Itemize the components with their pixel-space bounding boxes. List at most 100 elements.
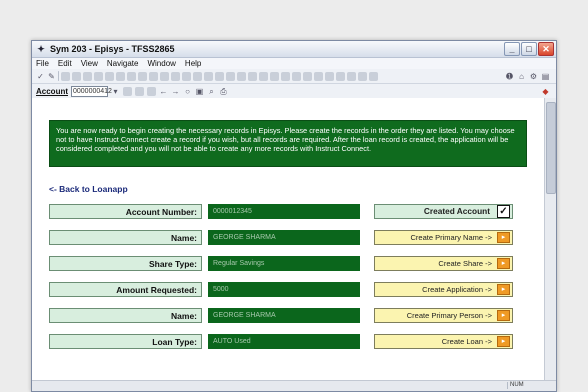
toolbar-tool-icon[interactable] — [193, 71, 202, 81]
row-value: AUTO Used — [208, 334, 360, 349]
exit-arrow-icon[interactable]: ◆ — [541, 87, 550, 96]
close-button[interactable]: ✕ — [538, 42, 554, 56]
create-loan-button[interactable]: Create Loan -> ▸ — [374, 334, 513, 349]
record-row-name-2: Name: GEORGE SHARMA Create Primary Perso… — [49, 308, 527, 324]
menu-window[interactable]: Window — [147, 59, 175, 68]
toolbar-tool-icon[interactable] — [61, 71, 70, 81]
forward-arrow-icon[interactable]: → — [171, 87, 180, 96]
toolbar-tool-icon[interactable] — [303, 71, 312, 81]
toolbar-tool-icon[interactable] — [358, 71, 367, 81]
info-icon[interactable]: ➊ — [505, 72, 514, 81]
status-bar: NUM — [32, 380, 556, 391]
title-bar: ✦ Sym 203 - Episys - TFSS2865 _ □ ✕ — [32, 41, 556, 58]
row-value: Regular Savings — [208, 256, 360, 271]
check-icon[interactable]: ✓ — [36, 72, 45, 81]
maximize-button[interactable]: □ — [521, 42, 537, 56]
toolbar-separator — [58, 71, 59, 81]
toolbar-tool-icon[interactable] — [138, 71, 147, 81]
minimize-button[interactable]: _ — [504, 42, 520, 56]
window-title: Sym 203 - Episys - TFSS2865 — [50, 44, 175, 54]
menu-bar: File Edit View Navigate Window Help — [32, 58, 556, 69]
toolbar-tool-icon[interactable] — [292, 71, 301, 81]
edit-icon[interactable]: ✎ — [47, 72, 56, 81]
refresh-icon[interactable]: ○ — [183, 87, 192, 96]
account-toolbar: Account 0000000412 ▾ ← → ○ ▣ ⌕ ⎙ ◆ — [32, 84, 556, 99]
toolbar-tool-icon[interactable] — [347, 71, 356, 81]
status-pane-num: NUM — [507, 382, 532, 389]
toolbar-tool-icon[interactable] — [171, 71, 180, 81]
row-label: Amount Requested: — [49, 282, 202, 297]
page-icon[interactable]: ▣ — [195, 87, 204, 96]
save-icon[interactable]: ▤ — [541, 72, 550, 81]
toolbar-tool-icon[interactable] — [336, 71, 345, 81]
toolbar-tool-icon[interactable] — [325, 71, 334, 81]
record-row-share-type: Share Type: Regular Savings Create Share… — [49, 256, 527, 272]
menu-file[interactable]: File — [36, 59, 49, 68]
action-label: Create Loan -> — [441, 337, 492, 346]
action-label: Create Primary Person -> — [406, 311, 492, 320]
toolbar-tool-icon[interactable] — [281, 71, 290, 81]
lock-icon[interactable]: ⌂ — [517, 72, 526, 81]
row-label: Loan Type: — [49, 334, 202, 349]
toolbar-tool-icon[interactable] — [204, 71, 213, 81]
toolbar-tool-icon[interactable] — [94, 71, 103, 81]
toolbar-tool-icon[interactable] — [314, 71, 323, 81]
toolbar-tool-icon[interactable] — [123, 86, 132, 96]
scrollbar-thumb[interactable] — [546, 102, 556, 194]
go-arrow-icon[interactable]: ▸ — [497, 336, 510, 347]
tools-icon[interactable]: ⚙ — [529, 72, 538, 81]
create-share-button[interactable]: Create Share -> ▸ — [374, 256, 513, 271]
go-arrow-icon[interactable]: ▸ — [497, 232, 510, 243]
toolbar-tool-icon[interactable] — [182, 71, 191, 81]
toolbar-tool-icon[interactable] — [248, 71, 257, 81]
vertical-scrollbar[interactable] — [544, 98, 556, 381]
go-arrow-icon[interactable]: ▸ — [497, 284, 510, 295]
toolbar-tool-icon[interactable] — [149, 71, 158, 81]
menu-view[interactable]: View — [81, 59, 98, 68]
create-primary-name-button[interactable]: Create Primary Name -> ▸ — [374, 230, 513, 245]
toolbar-tool-icon[interactable] — [226, 71, 235, 81]
row-value: GEORGE SHARMA — [208, 230, 360, 245]
create-application-button[interactable]: Create Application -> ▸ — [374, 282, 513, 297]
instructions-banner: You are now ready to begin creating the … — [49, 120, 527, 167]
toolbar-tool-icon[interactable] — [160, 71, 169, 81]
action-label: Created Account — [423, 206, 490, 216]
row-value: GEORGE SHARMA — [208, 308, 360, 323]
toolbar-tool-icon[interactable] — [83, 71, 92, 81]
action-label: Create Primary Name -> — [410, 233, 492, 242]
row-value: 0000012345 — [208, 204, 360, 219]
toolbar-tool-icon[interactable] — [259, 71, 268, 81]
action-label: Create Application -> — [422, 285, 492, 294]
account-input[interactable]: 0000000412 — [71, 85, 112, 97]
toolbar-tool-icon[interactable] — [369, 71, 378, 81]
back-to-loanapp-link[interactable]: <- Back to Loanapp — [49, 184, 128, 194]
record-row-name: Name: GEORGE SHARMA Create Primary Name … — [49, 230, 527, 246]
main-content: You are now ready to begin creating the … — [32, 98, 544, 391]
create-primary-person-button[interactable]: Create Primary Person -> ▸ — [374, 308, 513, 323]
print-icon[interactable]: ⎙ — [219, 87, 228, 96]
created-account-status: Created Account ✓ — [374, 204, 513, 219]
menu-help[interactable]: Help — [185, 59, 201, 68]
menu-navigate[interactable]: Navigate — [107, 59, 139, 68]
toolbar-tool-icon[interactable] — [147, 86, 156, 96]
toolbar-tool-icon[interactable] — [215, 71, 224, 81]
record-row-amount-requested: Amount Requested: 5000 Create Applicatio… — [49, 282, 527, 298]
back-arrow-icon[interactable]: ← — [159, 87, 168, 96]
toolbar-tool-icon[interactable] — [72, 71, 81, 81]
app-logo-icon: ✦ — [37, 43, 45, 54]
go-arrow-icon[interactable]: ▸ — [497, 258, 510, 269]
toolbar-tool-icon[interactable] — [127, 71, 136, 81]
menu-edit[interactable]: Edit — [58, 59, 72, 68]
toolbar-tool-icon[interactable] — [270, 71, 279, 81]
toolbar-tool-icon[interactable] — [116, 71, 125, 81]
dropdown-arrow-icon[interactable]: ▾ — [111, 87, 120, 96]
toolbar-tool-icon[interactable] — [105, 71, 114, 81]
row-label: Account Number: — [49, 204, 202, 219]
toolbar-tool-icon[interactable] — [237, 71, 246, 81]
app-window: ✦ Sym 203 - Episys - TFSS2865 _ □ ✕ File… — [31, 40, 557, 392]
action-label: Create Share -> — [438, 259, 492, 268]
search-icon[interactable]: ⌕ — [207, 87, 216, 96]
record-row-loan-type: Loan Type: AUTO Used Create Loan -> ▸ — [49, 334, 527, 350]
toolbar-tool-icon[interactable] — [135, 86, 144, 96]
go-arrow-icon[interactable]: ▸ — [497, 310, 510, 321]
